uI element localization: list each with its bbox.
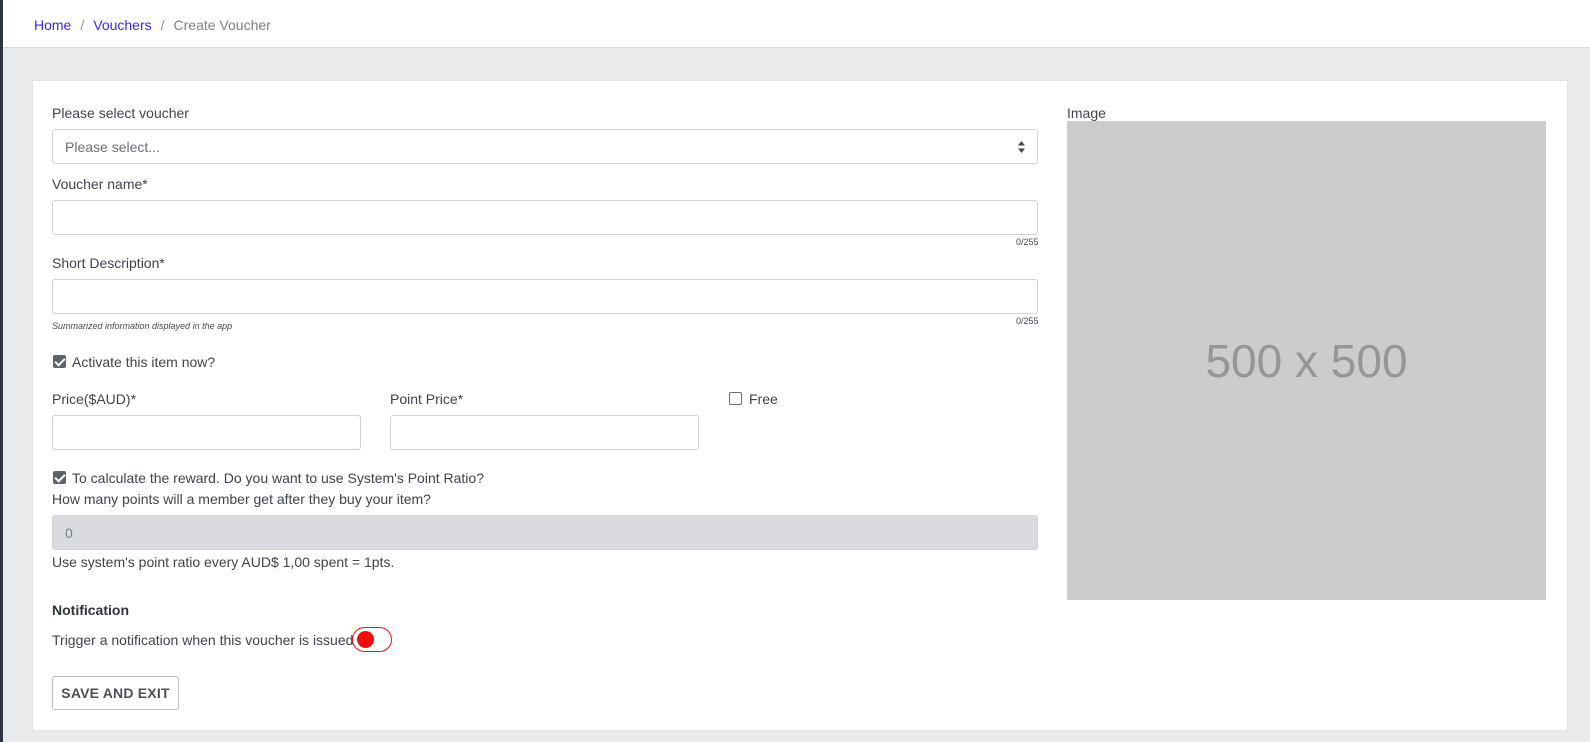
short-description-hint: Summarized information displayed in the … (52, 321, 233, 331)
point-ratio-checkbox[interactable] (53, 471, 66, 484)
price-input[interactable] (52, 415, 361, 450)
voucher-name-label: Voucher name* (52, 176, 148, 192)
breadcrumb-vouchers-link[interactable]: Vouchers (93, 17, 151, 33)
top-bar: Home / Vouchers / Create Voucher (3, 0, 1590, 48)
notification-label: Trigger a notification when this voucher… (52, 632, 354, 648)
breadcrumb-separator: / (160, 17, 165, 33)
image-placeholder-text: 500 x 500 (1205, 334, 1408, 387)
voucher-select-value: Please select... (65, 138, 160, 155)
breadcrumb-separator: / (80, 17, 85, 33)
voucher-select[interactable]: Please select... (52, 129, 1038, 164)
breadcrumb-home-link[interactable]: Home (34, 17, 71, 33)
sidebar-edge (0, 0, 3, 742)
image-placeholder[interactable]: 500 x 500 (1067, 121, 1546, 600)
short-description-label: Short Description* (52, 255, 165, 271)
breadcrumb: Home / Vouchers / Create Voucher (34, 16, 271, 34)
short-description-counter: 0/255 (1016, 316, 1039, 326)
notification-toggle[interactable] (352, 627, 392, 652)
voucher-select-label: Please select voucher (52, 105, 189, 121)
activate-checkbox[interactable] (53, 355, 66, 368)
voucher-name-input[interactable] (52, 200, 1038, 235)
free-label: Free (749, 391, 778, 407)
voucher-name-counter: 0/255 (1016, 237, 1039, 247)
save-and-exit-button[interactable]: SAVE AND EXIT (52, 676, 179, 710)
point-price-input[interactable] (390, 415, 699, 450)
breadcrumb-current: Create Voucher (173, 17, 271, 33)
points-value: 0 (65, 524, 73, 541)
activate-label: Activate this item now? (72, 354, 216, 370)
short-description-input[interactable] (52, 279, 1038, 314)
point-ratio-note: Use system's point ratio every AUD$ 1,00… (52, 554, 395, 570)
voucher-form-card: Please select voucher Please select... V… (32, 80, 1568, 731)
point-price-label: Point Price* (390, 391, 464, 407)
points-input: 0 (52, 515, 1038, 550)
toggle-knob (357, 631, 374, 648)
image-label: Image (1067, 105, 1106, 121)
points-question: How many points will a member get after … (52, 491, 431, 507)
price-label: Price($AUD)* (52, 391, 137, 407)
free-checkbox[interactable] (729, 392, 742, 405)
notification-title: Notification (52, 602, 129, 618)
sort-caret-icon (1018, 141, 1025, 153)
point-ratio-label: To calculate the reward. Do you want to … (72, 470, 484, 486)
